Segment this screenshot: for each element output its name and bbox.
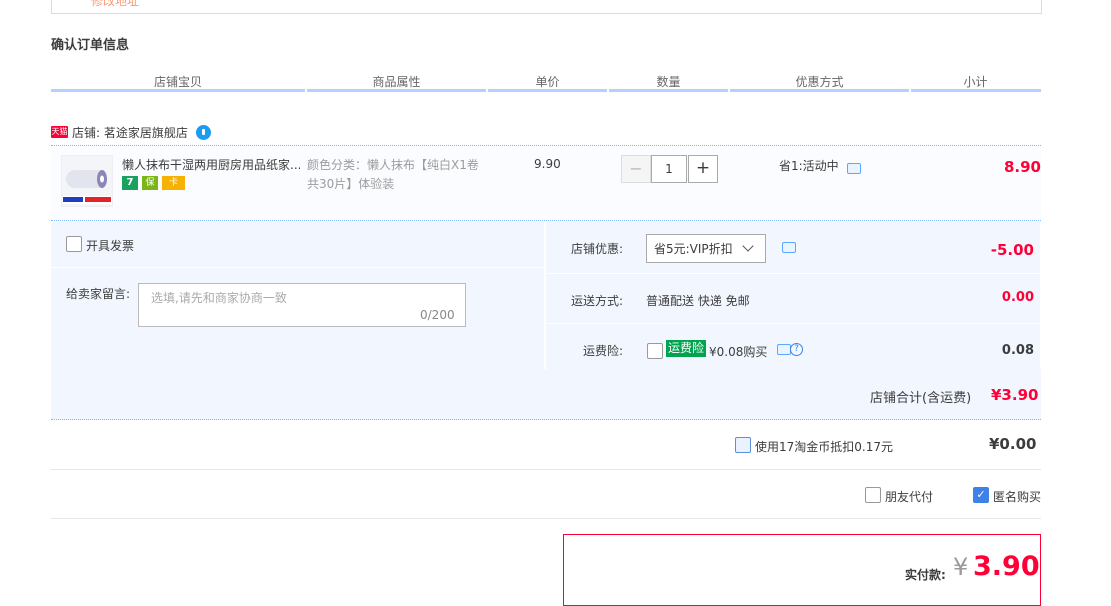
wangwang-chat-icon[interactable] [195,124,211,140]
anonymous-checkbox[interactable]: ✓ [973,487,989,503]
col-header-subtotal: 小计 [963,75,988,89]
sku-attributes: 颜色分类：懒人抹布【纯白X1卷 共30片】体验装 [307,156,485,194]
divider [51,518,1041,519]
col-header-qty: 数量 [656,75,681,89]
memo-placeholder: 选填,请先和商家协商一致 [151,291,287,305]
quantity-increase-button[interactable]: + [688,155,718,183]
modify-address-link[interactable]: 修改地址 [91,0,139,9]
product-thumbnail[interactable] [61,155,113,207]
friend-pay-label: 朋友代付 [885,490,934,504]
col-underline [730,89,909,92]
seven-day-return-icon: 7 [122,176,138,190]
anonymous-label: 匿名购买 [993,490,1042,504]
insurance-checkbox[interactable] [647,343,663,359]
product-title-link[interactable]: 懒人抹布干湿两用厨房用品纸家... [122,156,300,173]
insurance-label: 运费险: [583,344,624,358]
address-box [51,0,1042,14]
shipping-method: 普通配送 快递 免邮 [646,294,750,308]
invoice-label: 开具发票 [86,239,135,253]
col-header-price: 单价 [535,75,560,89]
col-underline [51,89,305,92]
guarantee-icon: 保 [142,176,158,190]
promo-text: 省1:活动中 [779,159,839,173]
sku-line: 共30片】体验装 [307,177,395,191]
tmall-badge-icon: 天猫 [51,126,68,138]
shipping-label: 运送方式: [571,294,624,308]
shop-discount-amount: -5.00 [990,241,1034,259]
insurance-amount: 0.08 [1001,343,1034,358]
shop-row: 天猫 店铺: 茗途家居旗舰店 [51,121,211,143]
col-underline [307,89,486,92]
quantity-decrease-button[interactable]: − [621,155,651,183]
quantity-input[interactable]: 1 [651,155,687,183]
col-header-shop: 店铺宝贝 [153,75,202,89]
divider [51,469,1041,470]
shop-discount-selected: 省5元:VIP折扣 [654,242,733,256]
promo-detail-icon[interactable] [847,163,861,174]
help-icon[interactable]: ? [790,343,803,356]
taobao-coin-amount: ¥0.00 [989,435,1037,453]
shipping-amount: 0.00 [1001,290,1034,305]
col-underline [609,89,728,92]
taobao-coin-label: 使用17淘金币抵扣0.17元 [755,440,893,454]
unit-price: 9.90 [534,157,561,171]
memo-char-count: 0/200 [420,308,455,322]
card-pay-icon: 卡 [162,176,185,190]
col-underline [911,89,1041,92]
payment-amount: 3.90 [973,551,1040,582]
col-header-attr: 商品属性 [372,75,421,89]
sku-line: 颜色分类：懒人抹布【纯白X1卷 [307,158,479,172]
section-title: 确认订单信息 [51,38,130,53]
divider [51,220,1041,221]
memo-label: 给卖家留言: [66,287,131,301]
discount-detail-icon[interactable] [782,242,796,253]
shop-total-label: 店铺合计(含运费) [870,391,972,406]
shop-total-amount: ¥3.90 [991,386,1039,404]
invoice-checkbox[interactable] [66,236,82,252]
currency-symbol: ¥ [953,553,969,581]
insurance-detail-icon[interactable] [777,344,791,355]
shop-name[interactable]: 店铺: 茗途家居旗舰店 [72,124,188,141]
insurance-tag: 运费险 [666,340,707,357]
item-subtotal: 8.90 [1003,158,1041,176]
taobao-coin-checkbox[interactable] [735,437,751,453]
insurance-price: ¥0.08购买 [709,345,768,359]
payment-summary-box [563,534,1041,606]
col-header-promo: 优惠方式 [795,75,844,89]
payment-label: 实付款: [905,568,946,582]
col-underline [488,89,607,92]
shop-discount-label: 店铺优惠: [571,242,624,256]
friend-pay-checkbox[interactable] [865,487,881,503]
